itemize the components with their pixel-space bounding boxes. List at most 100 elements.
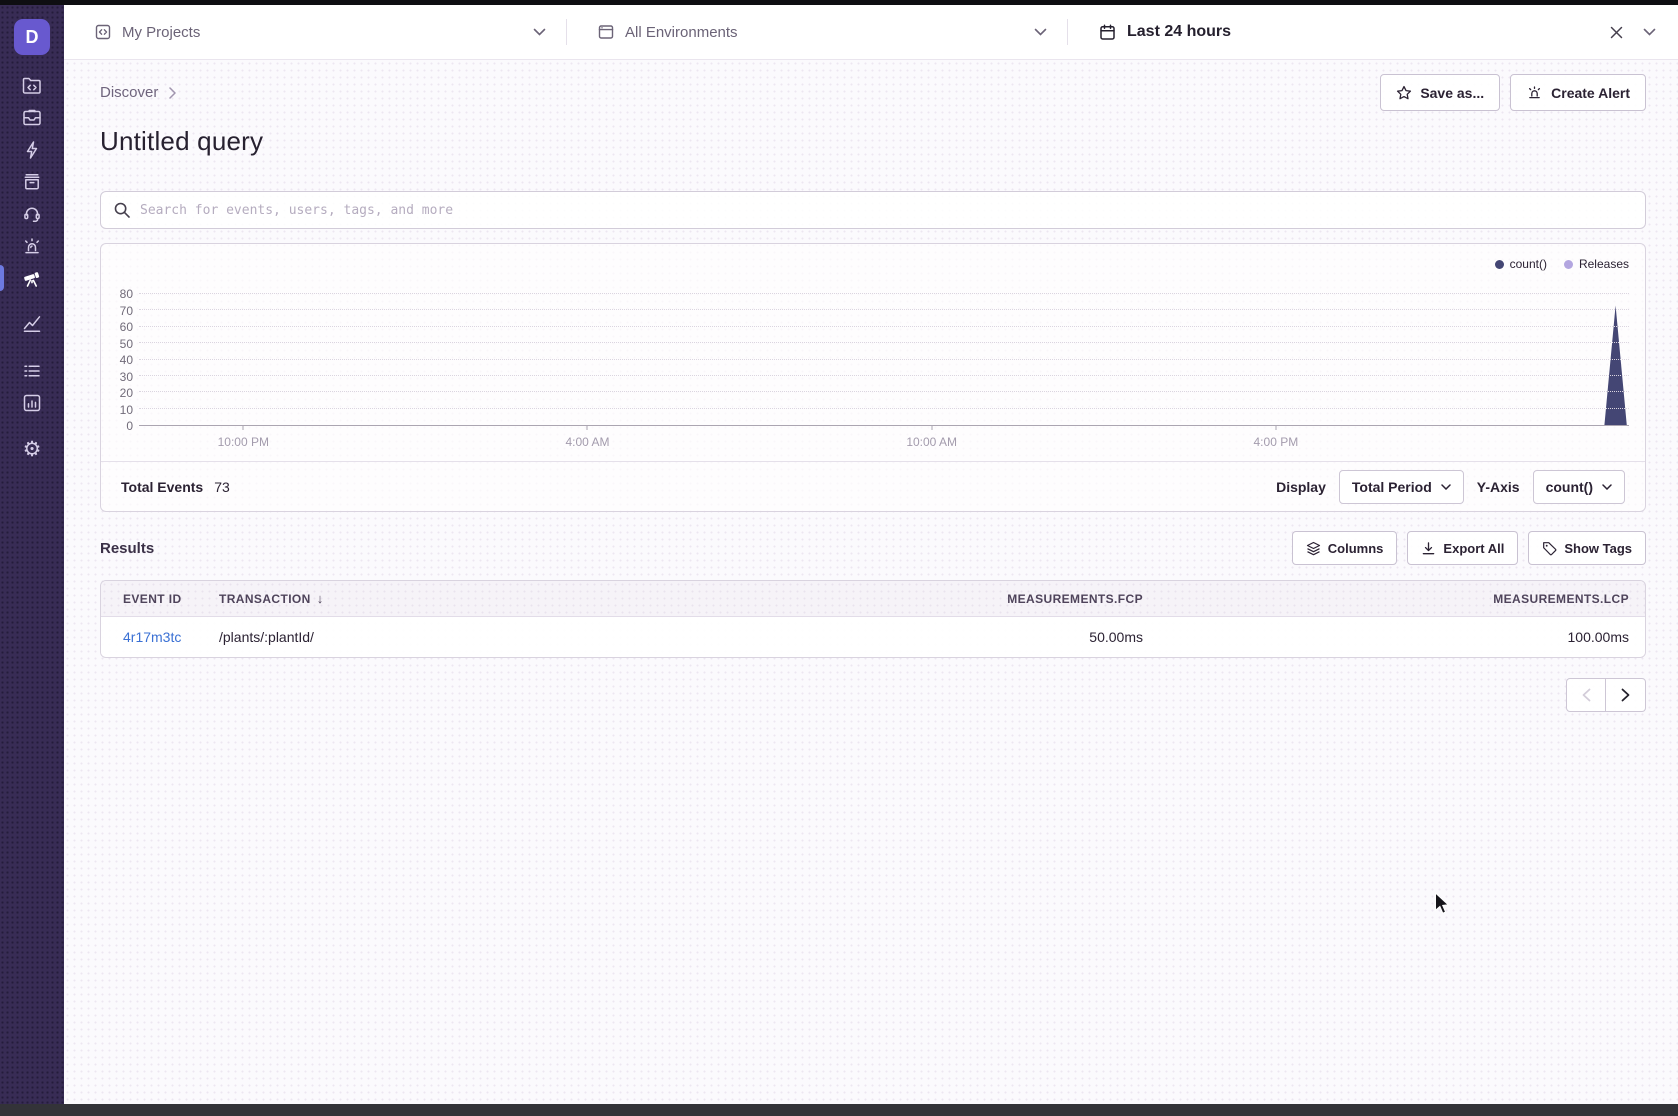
search-input[interactable] [140,203,1633,218]
create-alert-button[interactable]: Create Alert [1510,74,1646,111]
y-tick-label: 80 [111,288,133,300]
results-header: Results Columns Export All [100,530,1646,566]
gridline [139,326,1629,327]
x-tick-mark [243,426,244,430]
export-all-label: Export All [1443,541,1504,556]
sidebar-item-user-feedback[interactable] [0,203,64,225]
bar-chart-icon [21,392,43,414]
screen-top-border [0,0,1678,5]
results-actions: Columns Export All Show Tags [1292,531,1646,565]
main-content: Discover Untitled query Save as... Creat… [64,60,1678,1104]
show-tags-button[interactable]: Show Tags [1528,531,1646,565]
next-page-button[interactable] [1606,678,1646,712]
sidebar-item-settings[interactable]: ⚙ [0,439,64,461]
x-tick-label: 10:00 AM [906,435,957,449]
topbar: My Projects All Environments Last 24 hou… [64,5,1678,60]
gridline [139,375,1629,376]
gridline [139,359,1629,360]
column-header-event-id[interactable]: EVENT ID [123,592,219,606]
legend-label: count() [1510,257,1547,271]
legend-item-count[interactable]: count() [1495,257,1547,271]
projects-icon [21,75,43,97]
results-table: EVENT ID TRANSACTION ↓ MEASUREMENTS.FCP … [100,580,1646,658]
issues-icon [21,107,43,129]
display-value: Total Period [1352,479,1432,495]
chart-plot[interactable] [139,294,1629,426]
y-axis-value: count() [1546,479,1593,495]
search-bar [100,191,1646,229]
environment-selector-label: All Environments [625,24,738,41]
total-events-value: 73 [214,479,230,495]
sidebar-item-projects[interactable] [0,75,64,97]
siren-icon [21,235,43,257]
pagination [1566,678,1646,712]
active-nav-indicator [0,265,4,291]
display-dropdown[interactable]: Total Period [1339,470,1464,504]
total-events-label: Total Events [121,479,203,495]
list-icon [21,360,43,382]
export-all-button[interactable]: Export All [1407,531,1518,565]
y-tick-label: 50 [111,338,133,350]
sidebar-item-dashboards[interactable] [0,312,64,334]
columns-button[interactable]: Columns [1292,531,1398,565]
chevron-down-icon [1643,28,1656,36]
y-tick-label: 40 [111,354,133,366]
gridline [139,408,1629,409]
gridline [139,309,1629,310]
previous-page-button[interactable] [1566,678,1606,712]
column-header-measurements-lcp[interactable]: MEASUREMENTS.LCP [1143,592,1629,606]
sidebar-item-discover[interactable] [0,267,64,289]
chevron-left-icon [1582,688,1591,702]
breadcrumb[interactable]: Discover [100,84,176,101]
results-heading: Results [100,540,154,557]
legend-label: Releases [1579,257,1629,271]
date-range-label: Last 24 hours [1127,23,1231,41]
y-tick-label: 0 [111,420,133,432]
chart-panel: count()Releases 01020304050607080 10:00 … [100,243,1646,512]
sidebar-item-alerts[interactable] [0,235,64,257]
x-tick-label: 10:00 PM [218,435,269,449]
gridline [139,293,1629,294]
chart-x-axis: 10:00 PM4:00 AM10:00 AM4:00 PM [139,435,1629,453]
chevron-down-icon [1441,484,1451,490]
y-tick-label: 20 [111,387,133,399]
star-icon [1396,85,1412,101]
chart-legend: count() Releases [1495,257,1629,271]
date-range-selector[interactable]: Last 24 hours [1068,5,1678,59]
y-axis-dropdown[interactable]: count() [1533,470,1625,504]
header-actions: Save as... Create Alert [1380,74,1646,111]
gridline [139,342,1629,343]
sidebar-item-releases[interactable] [0,171,64,193]
sidebar-item-stats[interactable] [0,392,64,414]
clear-date-range-icon[interactable] [1610,26,1623,39]
sidebar-item-performance[interactable] [0,139,64,161]
y-tick-label: 30 [111,371,133,383]
gear-icon: ⚙ [23,439,42,461]
sidebar-item-issues[interactable] [0,107,64,129]
event-id-cell: 4r17m3tc [123,629,219,645]
y-axis-label: Y-Axis [1477,479,1520,495]
column-header-measurements-fcp[interactable]: MEASUREMENTS.FCP [783,592,1143,606]
chevron-down-icon [533,28,546,36]
chart-series-svg [139,294,1629,425]
sidebar-nav: ⚙ [0,75,64,471]
org-avatar[interactable]: D [14,19,50,55]
x-tick-mark [587,426,588,430]
x-tick-label: 4:00 PM [1254,435,1299,449]
project-selector[interactable]: My Projects [64,5,566,59]
column-header-transaction[interactable]: TRANSACTION ↓ [219,591,783,606]
save-as-button[interactable]: Save as... [1380,74,1500,111]
transaction-cell: /plants/:plantId/ [219,629,783,645]
environment-selector[interactable]: All Environments [567,5,1067,59]
total-events: Total Events 73 [121,479,230,495]
chart-y-axis: 01020304050607080 [111,294,133,426]
download-icon [1421,541,1436,556]
gridline [139,391,1629,392]
chart-area: 01020304050607080 [111,294,1629,426]
event-id-link[interactable]: 4r17m3tc [123,629,181,645]
breadcrumb-discover[interactable]: Discover [100,84,158,101]
chart-controls: Display Total Period Y-Axis count() [1276,470,1625,504]
sidebar-item-activity[interactable] [0,360,64,382]
table-header-row: EVENT ID TRANSACTION ↓ MEASUREMENTS.FCP … [101,581,1645,617]
legend-item-releases[interactable]: Releases [1564,257,1629,271]
